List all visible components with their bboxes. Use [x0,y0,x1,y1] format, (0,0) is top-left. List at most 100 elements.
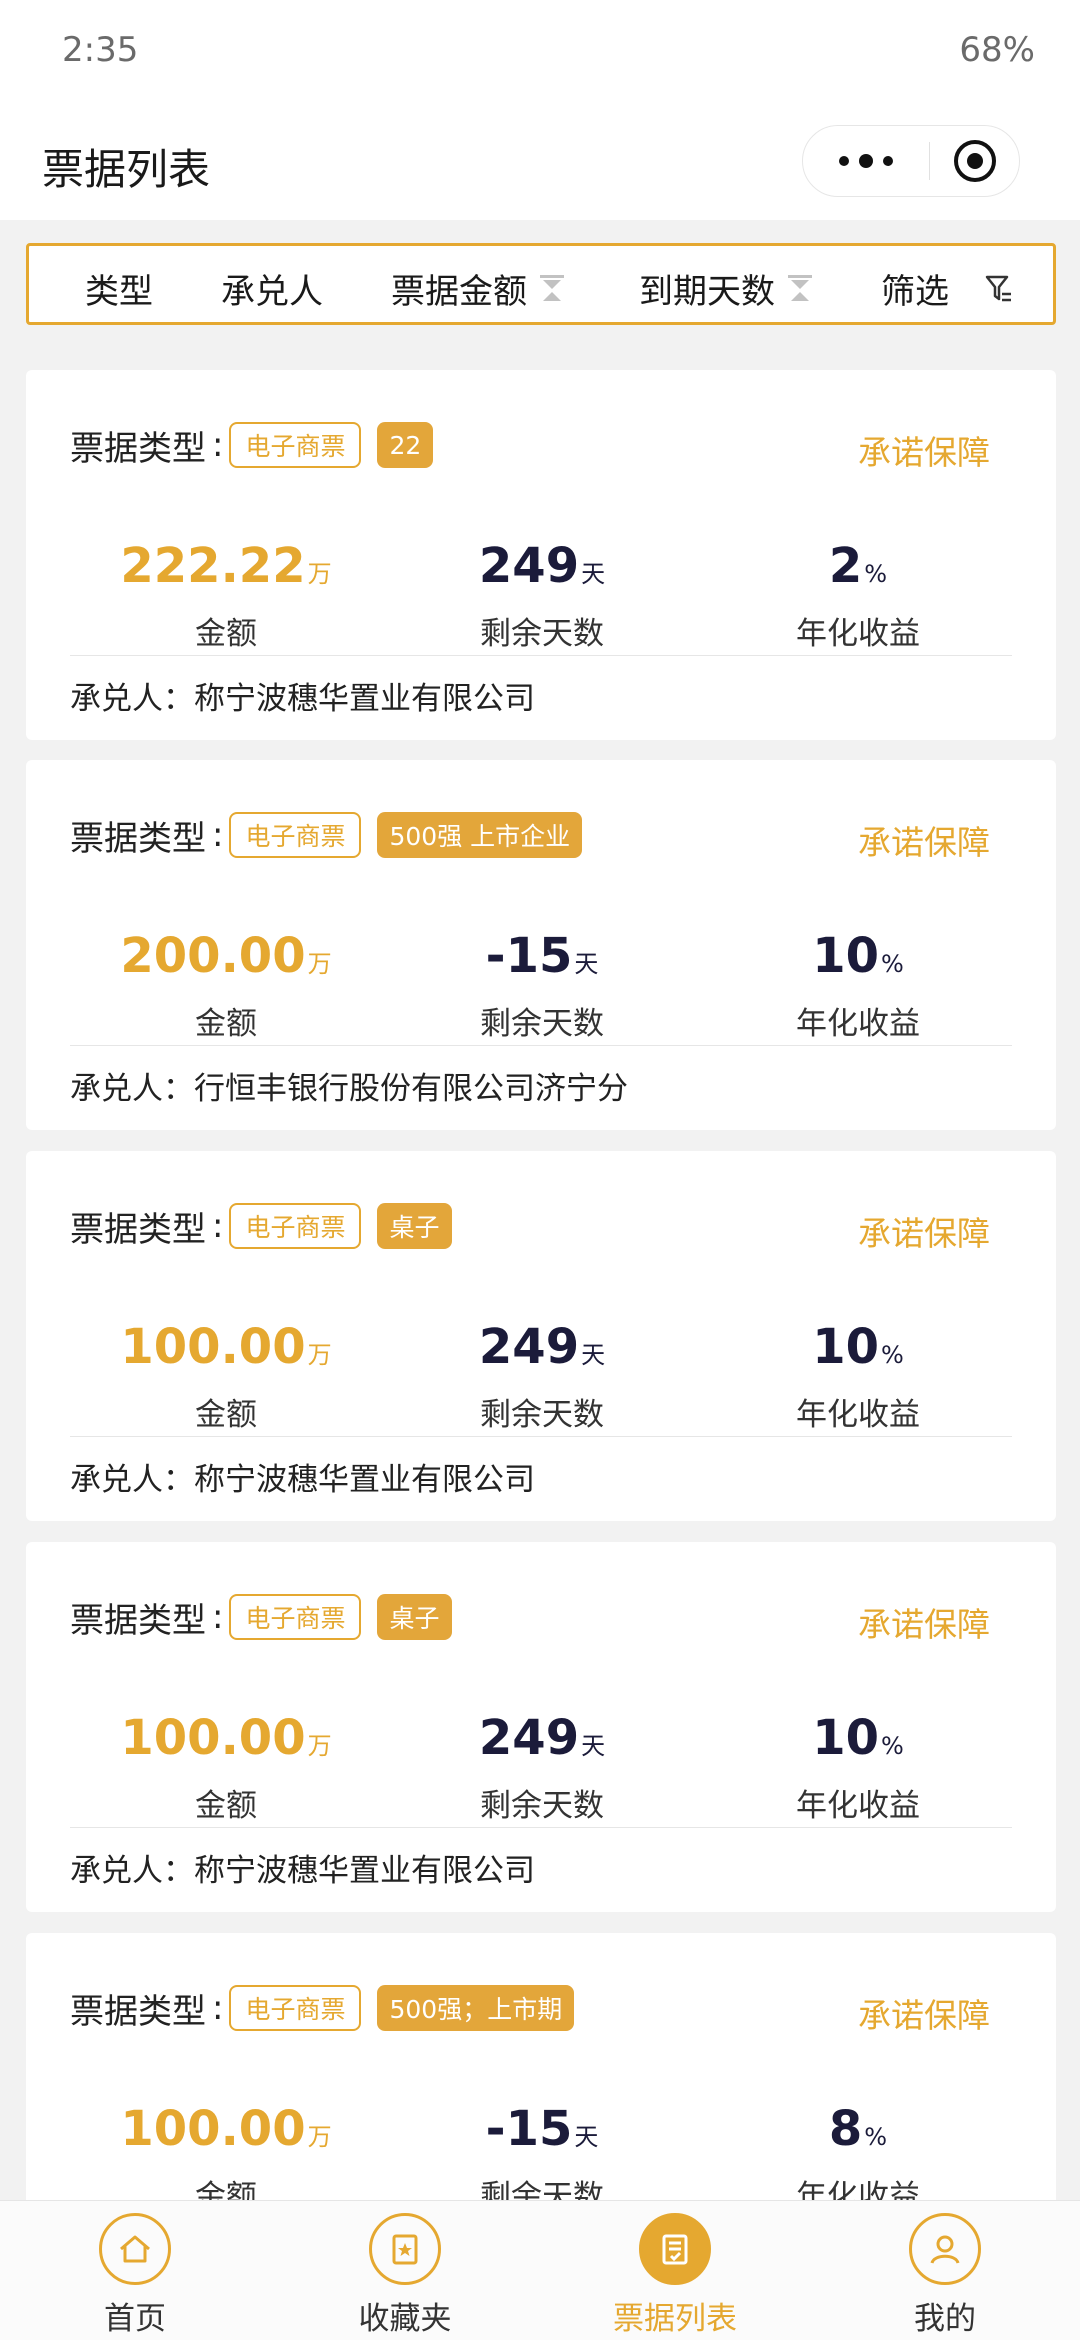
acceptor-row: 承兑人：称宁波穗华置业有限公司 [70,673,535,718]
bill-card[interactable]: 票据类型 : 电子商票 500强 上市企业 承诺保障 200.00万 金额 -1… [26,760,1056,1130]
colon: : [212,815,224,855]
yield-label: 年化收益 [796,1397,920,1433]
filter-acceptor-label: 承兑人 [221,272,323,312]
amount-value: 222.22 [120,538,306,594]
days-label: 剩余天数 [480,1006,604,1042]
days-label: 剩余天数 [480,1397,604,1433]
tab-profile-label: 我的 [914,2301,976,2337]
tab-favorites[interactable]: 收藏夹 [305,2213,505,2338]
profile-icon [909,2213,981,2285]
colon: : [212,1988,224,2028]
yield-value: 8 [828,2101,863,2157]
promise-badge: 承诺保障 [858,1214,990,1253]
card-divider [70,1045,1012,1046]
yield-unit: % [880,1341,904,1369]
favorites-icon [369,2213,441,2285]
amount-unit: 万 [307,1732,332,1760]
promise-badge: 承诺保障 [858,433,990,472]
days-label: 剩余天数 [480,616,604,652]
bill-extra-tag: 桌子 [377,1203,452,1249]
tab-home-label: 首页 [104,2301,166,2337]
amount-unit: 万 [307,950,332,978]
yield-metric: 10% 年化收益 [708,1319,1008,1434]
bill-type-tag: 电子商票 [229,1985,362,2031]
sort-amount[interactable]: 票据金额 [391,264,565,313]
acceptor-label: 承兑人： [70,681,194,717]
days-value: 249 [478,1319,580,1375]
acceptor-name: 称宁波穗华置业有限公司 [194,1853,535,1889]
bill-type-tag: 电子商票 [229,1594,362,1640]
acceptor-row: 承兑人：称宁波穗华置业有限公司 [70,1845,535,1890]
target-icon [953,140,996,182]
colon: : [212,1206,224,1246]
amount-metric: 100.00万 金额 [76,1710,376,1825]
acceptor-label: 承兑人： [70,1462,194,1498]
tab-profile[interactable]: 我的 [845,2213,1045,2338]
amount-label: 金额 [195,1006,257,1042]
sort-amount-label: 票据金额 [391,272,527,312]
tab-bill-list[interactable]: 票据列表 [575,2213,775,2338]
tab-favorites-label: 收藏夹 [358,2301,452,2337]
sort-icon [540,274,564,301]
more-dot-icon [859,154,873,168]
bill-type-row: 票据类型 : 电子商票 500强；上市期 [70,1985,575,2032]
yield-unit: % [880,1732,904,1760]
days-metric: 249天 剩余天数 [392,1319,692,1434]
bill-extra-tag: 500强 上市企业 [377,812,583,858]
days-value: -15 [485,2101,573,2157]
amount-metric: 200.00万 金额 [76,928,376,1043]
amount-metric: 100.00万 金额 [76,2101,376,2216]
days-unit: 天 [581,560,606,588]
bill-list-icon [639,2213,711,2285]
yield-label: 年化收益 [796,1006,920,1042]
amount-label: 金额 [195,1397,257,1433]
home-icon [99,2213,171,2285]
filter-button[interactable]: 筛选 [881,264,1013,313]
yield-metric: 2% 年化收益 [708,538,1008,653]
status-time: 2:35 [62,30,139,70]
yield-metric: 10% 年化收益 [708,1710,1008,1825]
more-button[interactable] [803,126,929,196]
filter-type[interactable]: 类型 [85,264,153,313]
colon: : [212,1597,224,1637]
sort-days[interactable]: 到期天数 [639,264,813,313]
yield-unit: % [864,560,888,588]
tab-bar: 首页 收藏夹 票据列表 我的 [0,2200,1080,2340]
amount-value: 100.00 [120,1710,306,1766]
acceptor-row: 承兑人：行恒丰银行股份有限公司济宁分 [70,1063,628,1108]
yield-value: 2 [828,538,863,594]
yield-metric: 8% 年化收益 [708,2101,1008,2216]
days-metric: -15天 剩余天数 [392,928,692,1043]
page-title: 票据列表 [42,145,211,194]
funnel-icon [985,275,1011,301]
amount-metric: 222.22万 金额 [76,538,376,653]
yield-value: 10 [812,1319,879,1375]
amount-value: 100.00 [120,1319,306,1375]
days-value: 249 [478,1710,580,1766]
days-unit: 天 [574,2123,599,2151]
close-miniprogram-button[interactable] [930,126,1019,196]
days-metric: 249天 剩余天数 [392,1710,692,1825]
filter-acceptor[interactable]: 承兑人 [221,264,323,313]
bill-type-tag: 电子商票 [229,1203,362,1249]
amount-metric: 100.00万 金额 [76,1319,376,1434]
days-unit: 天 [581,1341,606,1369]
acceptor-name: 称宁波穗华置业有限公司 [194,681,535,717]
sort-days-label: 到期天数 [639,272,775,312]
amount-label: 金额 [195,616,257,652]
promise-badge: 承诺保障 [858,1996,990,2035]
bill-card[interactable]: 票据类型 : 电子商票 桌子 承诺保障 100.00万 金额 249天 剩余天数… [26,1542,1056,1912]
bill-type-label: 票据类型 [70,1209,206,1250]
tab-home[interactable]: 首页 [35,2213,235,2338]
status-bar: 2:35 68% [0,0,1080,100]
acceptor-name: 称宁波穗华置业有限公司 [194,1462,535,1498]
days-value: 249 [478,538,580,594]
acceptor-label: 承兑人： [70,1853,194,1889]
days-unit: 天 [574,950,599,978]
acceptor-row: 承兑人：称宁波穗华置业有限公司 [70,1454,535,1499]
colon: : [212,425,224,465]
bill-card[interactable]: 票据类型 : 电子商票 22 承诺保障 222.22万 金额 249天 剩余天数… [26,370,1056,740]
bill-card[interactable]: 票据类型 : 电子商票 桌子 承诺保障 100.00万 金额 249天 剩余天数… [26,1151,1056,1521]
days-metric: 249天 剩余天数 [392,538,692,653]
sort-icon [788,274,812,301]
